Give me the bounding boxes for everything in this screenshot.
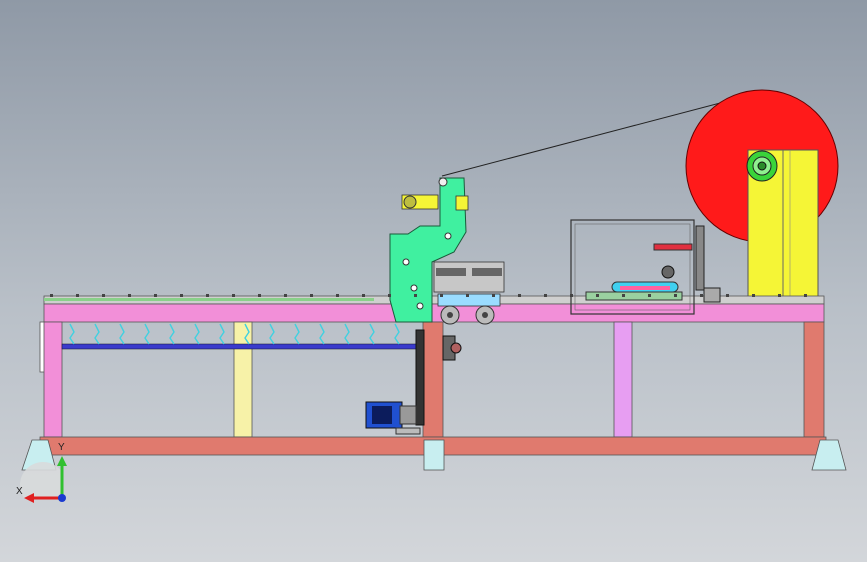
fastener [362,294,365,297]
fastener [570,294,573,297]
axis-triad [19,456,67,503]
fastener [544,294,547,297]
fastener [180,294,183,297]
leg-left[interactable] [43,321,63,438]
fastener [440,294,443,297]
leg-right[interactable] [803,321,825,438]
drive-shaft[interactable] [61,343,425,350]
fastener [726,294,729,297]
spring [269,323,275,345]
foot-center [423,439,445,471]
fastener [206,294,209,297]
fastener [752,294,755,297]
spring [194,323,200,345]
spring [344,323,350,345]
fastener [492,294,495,297]
spring [144,323,150,345]
machine-model [21,89,847,471]
spring [319,323,325,345]
fastener [648,294,651,297]
spring [119,323,125,345]
fastener [336,294,339,297]
fastener [674,294,677,297]
motor[interactable] [365,401,421,435]
leg-right-inner[interactable] [613,321,633,438]
fastener [778,294,781,297]
spring [69,323,75,345]
fastener [596,294,599,297]
fastener [414,294,417,297]
fastener [102,294,105,297]
fastener [466,294,469,297]
top-beam[interactable] [43,303,825,323]
y-axis-label: Y [58,442,65,453]
fastener [50,294,53,297]
spring [369,323,375,345]
leg-center[interactable] [422,321,444,438]
spring [219,323,225,345]
cad-viewport[interactable]: X Y [0,0,867,562]
x-axis-label: X [16,486,23,497]
fastener [622,294,625,297]
fastener [284,294,287,297]
spring [94,323,100,345]
fastener [128,294,131,297]
fastener [388,294,391,297]
fastener [154,294,157,297]
guide-roller-arm[interactable] [401,194,469,211]
spring [169,323,175,345]
fastener [232,294,235,297]
fastener [258,294,261,297]
fastener [700,294,703,297]
reel-stand[interactable] [746,149,819,301]
fastener [76,294,79,297]
fastener [804,294,807,297]
fastener [310,294,313,297]
leg-support[interactable] [233,321,253,438]
spring [294,323,300,345]
spring [394,323,400,345]
fastener [518,294,521,297]
